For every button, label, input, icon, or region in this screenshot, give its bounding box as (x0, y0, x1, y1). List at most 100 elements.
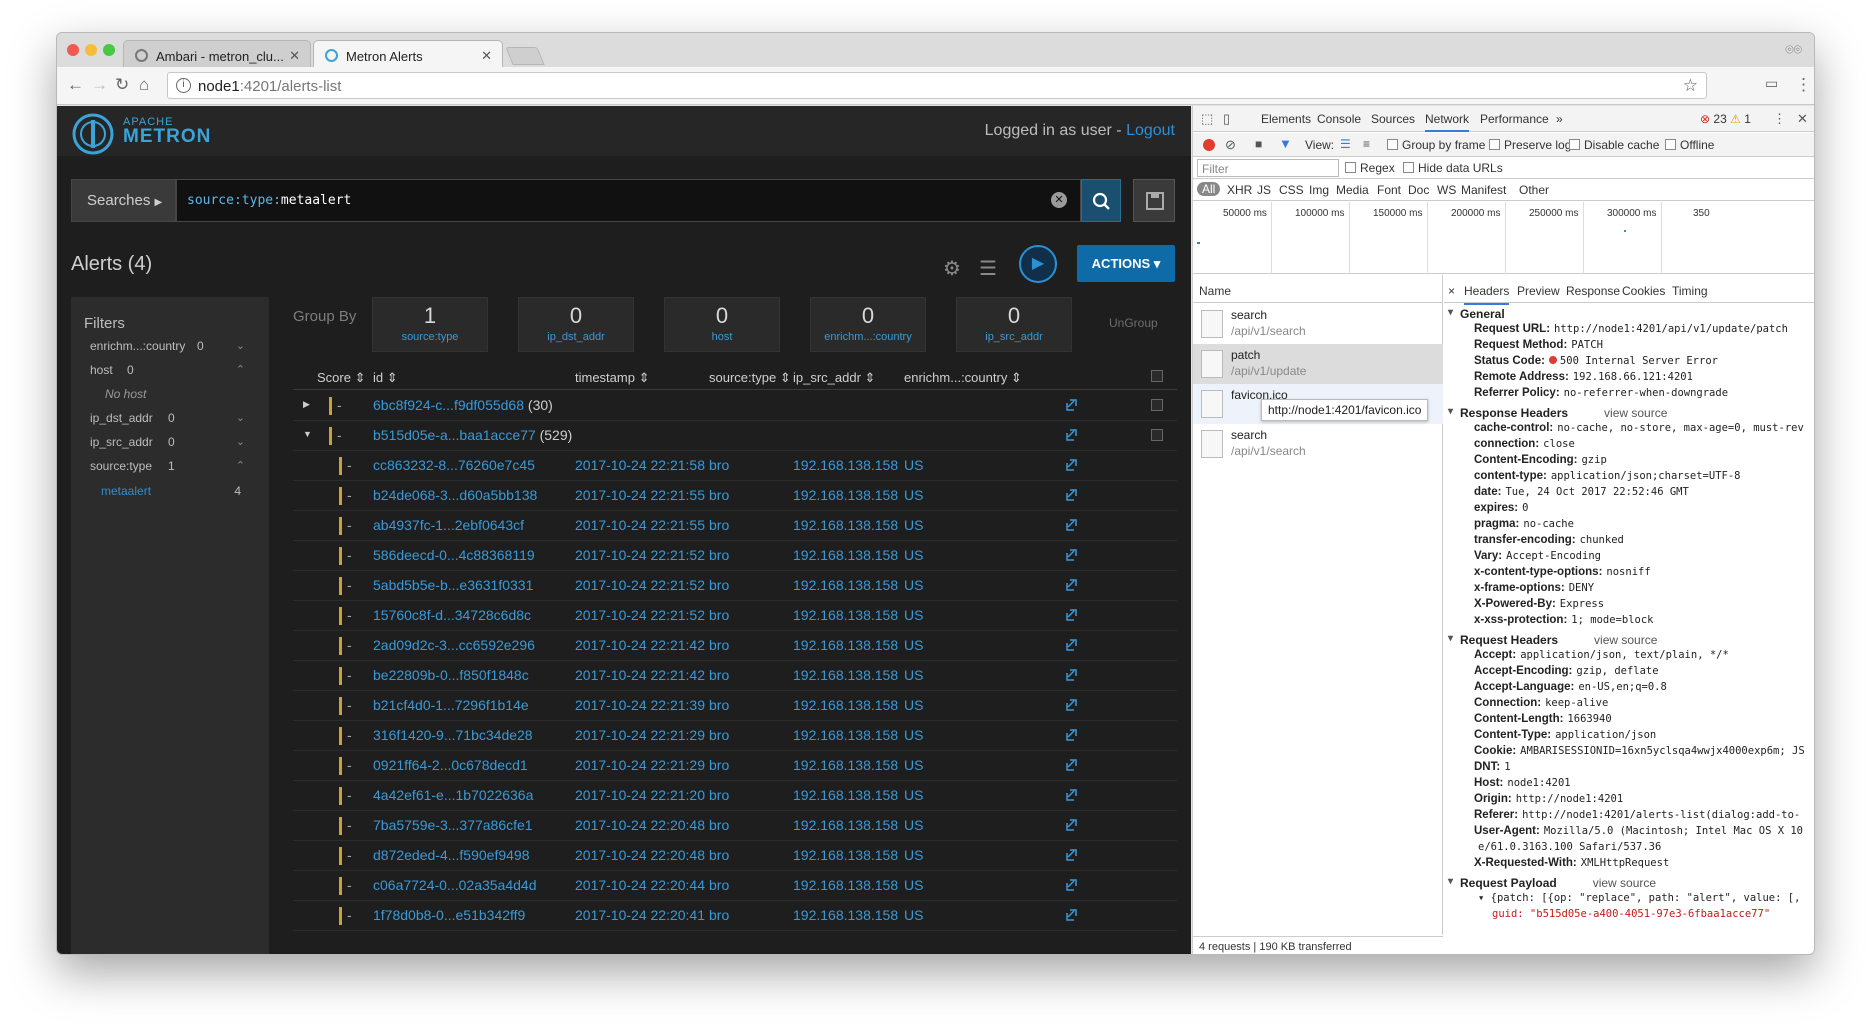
reload-icon[interactable]: ↻ (115, 75, 129, 95)
search-input[interactable]: source:type:metaalert (176, 179, 1081, 222)
alert-source-type[interactable]: bro (709, 787, 729, 803)
tab-ambari[interactable]: Ambari - metron_clu... ✕ (123, 40, 311, 68)
chevron-down-icon[interactable]: ⌄ (236, 339, 245, 352)
type-font[interactable]: Font (1377, 183, 1401, 197)
forward-arrow-icon[interactable]: → (91, 75, 108, 95)
link-icon[interactable] (1065, 908, 1079, 922)
alert-source-type[interactable]: bro (709, 457, 729, 473)
alert-timestamp[interactable]: 2017-10-24 22:21:52 (575, 607, 705, 623)
chevron-up-icon[interactable]: ⌃ (236, 363, 245, 376)
alert-country[interactable]: US (904, 487, 923, 503)
type-ws[interactable]: WS (1437, 183, 1456, 197)
alert-timestamp[interactable]: 2017-10-24 22:21:55 (575, 487, 705, 503)
alert-row[interactable]: - 4a42ef61-e...1b7022636a 2017-10-24 22:… (293, 781, 1177, 811)
alert-timestamp[interactable]: 2017-10-24 22:21:55 (575, 517, 705, 533)
view-source-link[interactable]: view source (1604, 406, 1667, 420)
link-icon[interactable] (1065, 578, 1079, 592)
alert-row[interactable]: - c06a7724-0...02a35a4d4d 2017-10-24 22:… (293, 871, 1177, 901)
view-source-link[interactable]: view source (1593, 876, 1656, 890)
cast-icon[interactable]: ▭ (1765, 75, 1778, 92)
ungroup-button[interactable]: UnGroup (1109, 316, 1158, 330)
expand-toggle-icon[interactable]: ▶ (303, 399, 310, 410)
alert-timestamp[interactable]: 2017-10-24 22:21:52 (575, 547, 705, 563)
alert-country[interactable]: US (904, 667, 923, 683)
col-enrichment-country[interactable]: enrichm...:country ⇕ (904, 370, 1022, 386)
filter-enrichment-country[interactable]: enrichm...:country 0 ⌄ (71, 339, 269, 361)
alert-id[interactable]: b21cf4d0-1...7296f1b14e (373, 697, 529, 713)
link-icon[interactable] (1065, 818, 1079, 832)
link-icon[interactable] (1065, 518, 1079, 532)
alert-row[interactable]: - ab4937fc-1...2ebf0643cf 2017-10-24 22:… (293, 511, 1177, 541)
name-column-header[interactable]: Name (1193, 275, 1443, 303)
alert-id[interactable]: cc863232-8...76260e7c45 (373, 457, 535, 473)
alert-country[interactable]: US (904, 787, 923, 803)
group-card-ip-dst-addr[interactable]: 0 ip_dst_addr (518, 297, 634, 352)
minimize-window-button[interactable] (85, 44, 97, 56)
link-icon[interactable] (1065, 398, 1079, 412)
alert-ip-src-addr[interactable]: 192.168.138.158 (793, 517, 898, 533)
alert-row[interactable]: - d872eded-4...f590ef9498 2017-10-24 22:… (293, 841, 1177, 871)
meta-alert-id[interactable]: 6bc8f924-c...f9df055d68 (30) (373, 397, 553, 413)
alert-row[interactable]: - 5abd5b5e-b...e3631f0331 2017-10-24 22:… (293, 571, 1177, 601)
link-icon[interactable] (1065, 608, 1079, 622)
alert-source-type[interactable]: bro (709, 637, 729, 653)
general-section[interactable]: General (1444, 304, 1814, 323)
searches-button[interactable]: Searches ▶ (71, 179, 176, 222)
alert-row[interactable]: - b24de068-3...d60a5bb138 2017-10-24 22:… (293, 481, 1177, 511)
alert-id[interactable]: 5abd5b5e-b...e3631f0331 (373, 577, 533, 593)
meta-alert-row[interactable]: ▶ - 6bc8f924-c...f9df055d68 (30) (293, 391, 1177, 421)
back-arrow-icon[interactable]: ← (67, 75, 84, 95)
address-bar[interactable]: i node1:4201/alerts-list ☆ (167, 72, 1707, 99)
alert-country[interactable]: US (904, 697, 923, 713)
devtools-tab-elements[interactable]: Elements (1261, 112, 1311, 126)
type-css[interactable]: CSS (1279, 183, 1304, 197)
alert-source-type[interactable]: bro (709, 547, 729, 563)
request-row[interactable]: search /api/v1/search (1193, 304, 1443, 344)
alert-ip-src-addr[interactable]: 192.168.138.158 (793, 667, 898, 683)
preserve-log-checkbox[interactable] (1489, 139, 1500, 150)
request-row[interactable]: search /api/v1/search (1193, 424, 1443, 464)
alert-ip-src-addr[interactable]: 192.168.138.158 (793, 907, 898, 923)
large-rows-icon[interactable]: ☰ (1340, 137, 1351, 151)
group-card-source-type[interactable]: 1 source:type (372, 297, 488, 352)
devtools-tab-performance[interactable]: Performance (1480, 112, 1549, 126)
filter-funnel-icon[interactable]: ▼ (1279, 136, 1292, 151)
play-button[interactable]: ▶ (1019, 245, 1057, 283)
alert-id[interactable]: 0921ff64-2...0c678decd1 (373, 757, 528, 773)
record-icon[interactable] (1203, 139, 1215, 151)
link-icon[interactable] (1065, 458, 1079, 472)
row-checkbox[interactable] (1151, 399, 1163, 411)
alert-timestamp[interactable]: 2017-10-24 22:21:58 (575, 457, 705, 473)
alert-row[interactable]: - 2ad09d2c-3...cc6592e296 2017-10-24 22:… (293, 631, 1177, 661)
meta-alert-id[interactable]: b515d05e-a...baa1acce77 (529) (373, 427, 572, 443)
alert-timestamp[interactable]: 2017-10-24 22:21:42 (575, 637, 705, 653)
alert-source-type[interactable]: bro (709, 517, 729, 533)
filter-source-type[interactable]: source:type 1 ⌃ (71, 459, 269, 481)
alert-timestamp[interactable]: 2017-10-24 22:21:29 (575, 757, 705, 773)
clear-icon[interactable]: ⊘ (1225, 137, 1236, 153)
alert-id[interactable]: ab4937fc-1...2ebf0643cf (373, 517, 524, 533)
col-id[interactable]: id ⇕ (373, 370, 398, 386)
alert-id[interactable]: b24de068-3...d60a5bb138 (373, 487, 537, 503)
alert-ip-src-addr[interactable]: 192.168.138.158 (793, 457, 898, 473)
gear-icon[interactable]: ⚙ (943, 256, 961, 281)
group-card-host[interactable]: 0 host (664, 297, 780, 352)
alert-ip-src-addr[interactable]: 192.168.138.158 (793, 787, 898, 803)
link-icon[interactable] (1065, 728, 1079, 742)
alert-ip-src-addr[interactable]: 192.168.138.158 (793, 637, 898, 653)
col-timestamp[interactable]: timestamp ⇕ (575, 370, 649, 386)
sliders-icon[interactable]: ☰ (979, 256, 997, 281)
detail-tab-response[interactable]: Response (1566, 284, 1620, 298)
alert-row[interactable]: - be22809b-0...f850f1848c 2017-10-24 22:… (293, 661, 1177, 691)
new-tab-button[interactable] (505, 47, 545, 65)
type-js[interactable]: JS (1257, 183, 1271, 197)
alert-source-type[interactable]: bro (709, 907, 729, 923)
type-other[interactable]: Other (1519, 183, 1549, 197)
alert-country[interactable]: US (904, 907, 923, 923)
link-icon[interactable] (1065, 428, 1079, 442)
alert-country[interactable]: US (904, 727, 923, 743)
alert-row[interactable]: - cc863232-8...76260e7c45 2017-10-24 22:… (293, 451, 1177, 481)
request-payload-section[interactable]: Request Payload view source (1444, 873, 1814, 892)
alert-id[interactable]: 15760c8f-d...34728c6d8c (373, 607, 531, 623)
type-media[interactable]: Media (1336, 183, 1369, 197)
